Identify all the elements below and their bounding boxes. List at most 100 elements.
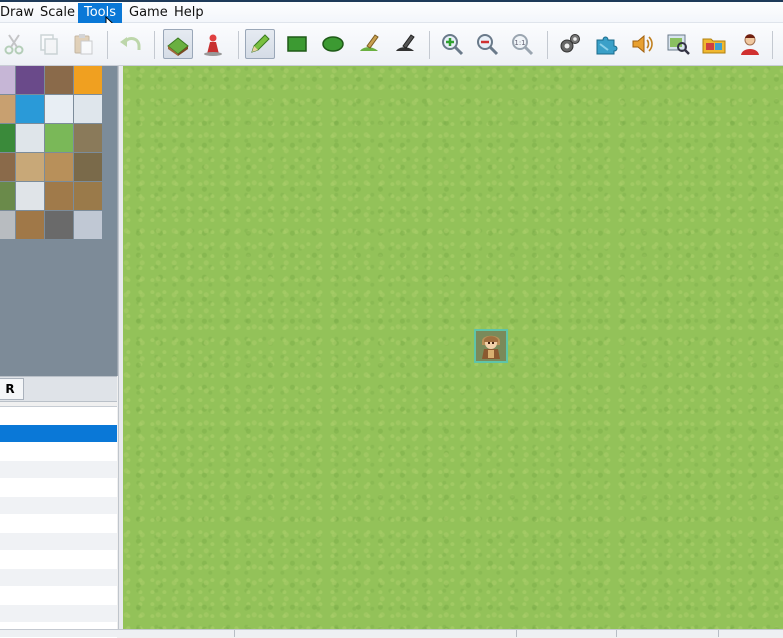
menu-bar: Draw Scale Tools Game Help (0, 0, 783, 34)
map-tree-item[interactable] (0, 461, 117, 478)
undo-button[interactable] (116, 29, 146, 59)
tileset-empty-area (0, 240, 117, 376)
event-layer-icon (204, 34, 222, 56)
rectangle-button[interactable] (282, 29, 312, 59)
cut-button[interactable] (0, 29, 30, 59)
tile[interactable] (45, 95, 73, 123)
character-generator-icon (741, 34, 759, 55)
tile[interactable] (0, 153, 15, 181)
resource-manager-icon (702, 38, 726, 54)
tile[interactable] (16, 124, 44, 152)
ellipse-icon (322, 36, 344, 52)
tile[interactable] (45, 153, 73, 181)
toolbar: 1:1 (0, 23, 783, 66)
character-generator-button[interactable] (735, 29, 765, 59)
map-tree-item[interactable] (0, 515, 117, 532)
tile[interactable] (0, 211, 15, 239)
menu-scale[interactable]: Scale (34, 3, 81, 23)
zoom-in-icon (442, 34, 464, 56)
svg-text:1:1: 1:1 (514, 39, 525, 47)
map-tree-item-selected[interactable] (0, 425, 117, 442)
map-mode-button[interactable] (163, 29, 193, 59)
ellipse-button[interactable] (318, 29, 348, 59)
menu-help[interactable]: Help (168, 3, 210, 23)
tileset-tab-strip: R (0, 376, 117, 402)
paste-button[interactable] (68, 29, 98, 59)
tileset-palette[interactable] (0, 66, 118, 376)
tile[interactable] (16, 211, 44, 239)
tile[interactable] (74, 211, 102, 239)
status-cell-coords (616, 630, 718, 637)
map-tree-item[interactable] (0, 497, 117, 514)
tile[interactable] (0, 124, 15, 152)
title-bar-edge (0, 0, 783, 2)
tile[interactable] (16, 66, 44, 94)
toolbar-separator (547, 31, 548, 59)
tile[interactable] (45, 66, 73, 94)
plugin-manager-icon (596, 36, 618, 55)
tile[interactable] (16, 182, 44, 210)
map-tree-item[interactable] (0, 605, 117, 622)
copy-button[interactable] (34, 29, 64, 59)
fill-icon (360, 34, 379, 51)
zoom-in-button[interactable] (437, 29, 467, 59)
map-tree-item[interactable] (0, 569, 117, 586)
database-icon (560, 34, 580, 53)
map-tree[interactable] (0, 406, 117, 638)
toolbar-separator (154, 31, 155, 59)
map-tree-item[interactable] (0, 407, 117, 424)
tile[interactable] (74, 182, 102, 210)
shadow-pen-button[interactable] (390, 29, 420, 59)
rectangle-icon (287, 36, 307, 52)
player-start-event[interactable] (474, 329, 508, 363)
map-canvas[interactable] (123, 66, 783, 629)
shadow-pen-icon (396, 34, 415, 51)
event-mode-button[interactable] (198, 29, 228, 59)
resource-manager-button[interactable] (699, 29, 729, 59)
pencil-button[interactable] (245, 29, 275, 59)
tile[interactable] (45, 211, 73, 239)
tile[interactable] (74, 124, 102, 152)
toolbar-separator (238, 31, 239, 59)
tile[interactable] (45, 182, 73, 210)
tileset-tab-r[interactable]: R (0, 378, 24, 400)
tile[interactable] (74, 66, 102, 94)
sound-test-icon (632, 34, 653, 54)
copy-icon (40, 34, 58, 55)
status-bar (0, 629, 783, 637)
left-panel: R (0, 66, 118, 638)
pencil-icon (251, 34, 270, 53)
event-searcher-icon (667, 34, 690, 55)
status-cell-extra (718, 630, 783, 637)
zoom-out-button[interactable] (472, 29, 502, 59)
status-cell-map (234, 630, 516, 637)
tile[interactable] (0, 66, 15, 94)
paste-icon (74, 34, 93, 55)
map-tree-item[interactable] (0, 443, 117, 460)
flood-fill-button[interactable] (354, 29, 384, 59)
map-tree-item[interactable] (0, 551, 117, 568)
tile[interactable] (45, 124, 73, 152)
sound-test-button[interactable] (627, 29, 657, 59)
undo-icon (120, 37, 141, 50)
zoom-actual-icon: 1:1 (512, 34, 534, 56)
map-layer-icon (167, 37, 189, 56)
event-searcher-button[interactable] (663, 29, 693, 59)
tile[interactable] (16, 95, 44, 123)
zoom-actual-button[interactable]: 1:1 (507, 29, 537, 59)
map-tree-item[interactable] (0, 587, 117, 604)
map-tree-item[interactable] (0, 533, 117, 550)
tile[interactable] (0, 95, 15, 123)
tile[interactable] (74, 95, 102, 123)
toolbar-separator (429, 31, 430, 59)
database-button[interactable] (555, 29, 585, 59)
menu-game[interactable]: Game (123, 3, 174, 23)
tile[interactable] (74, 153, 102, 181)
character-sprite-icon (476, 331, 506, 361)
plugin-manager-button[interactable] (591, 29, 621, 59)
toolbar-separator (772, 31, 773, 59)
tile[interactable] (0, 182, 15, 210)
map-tree-item[interactable] (0, 479, 117, 496)
tile[interactable] (16, 153, 44, 181)
toolbar-separator (107, 31, 108, 59)
